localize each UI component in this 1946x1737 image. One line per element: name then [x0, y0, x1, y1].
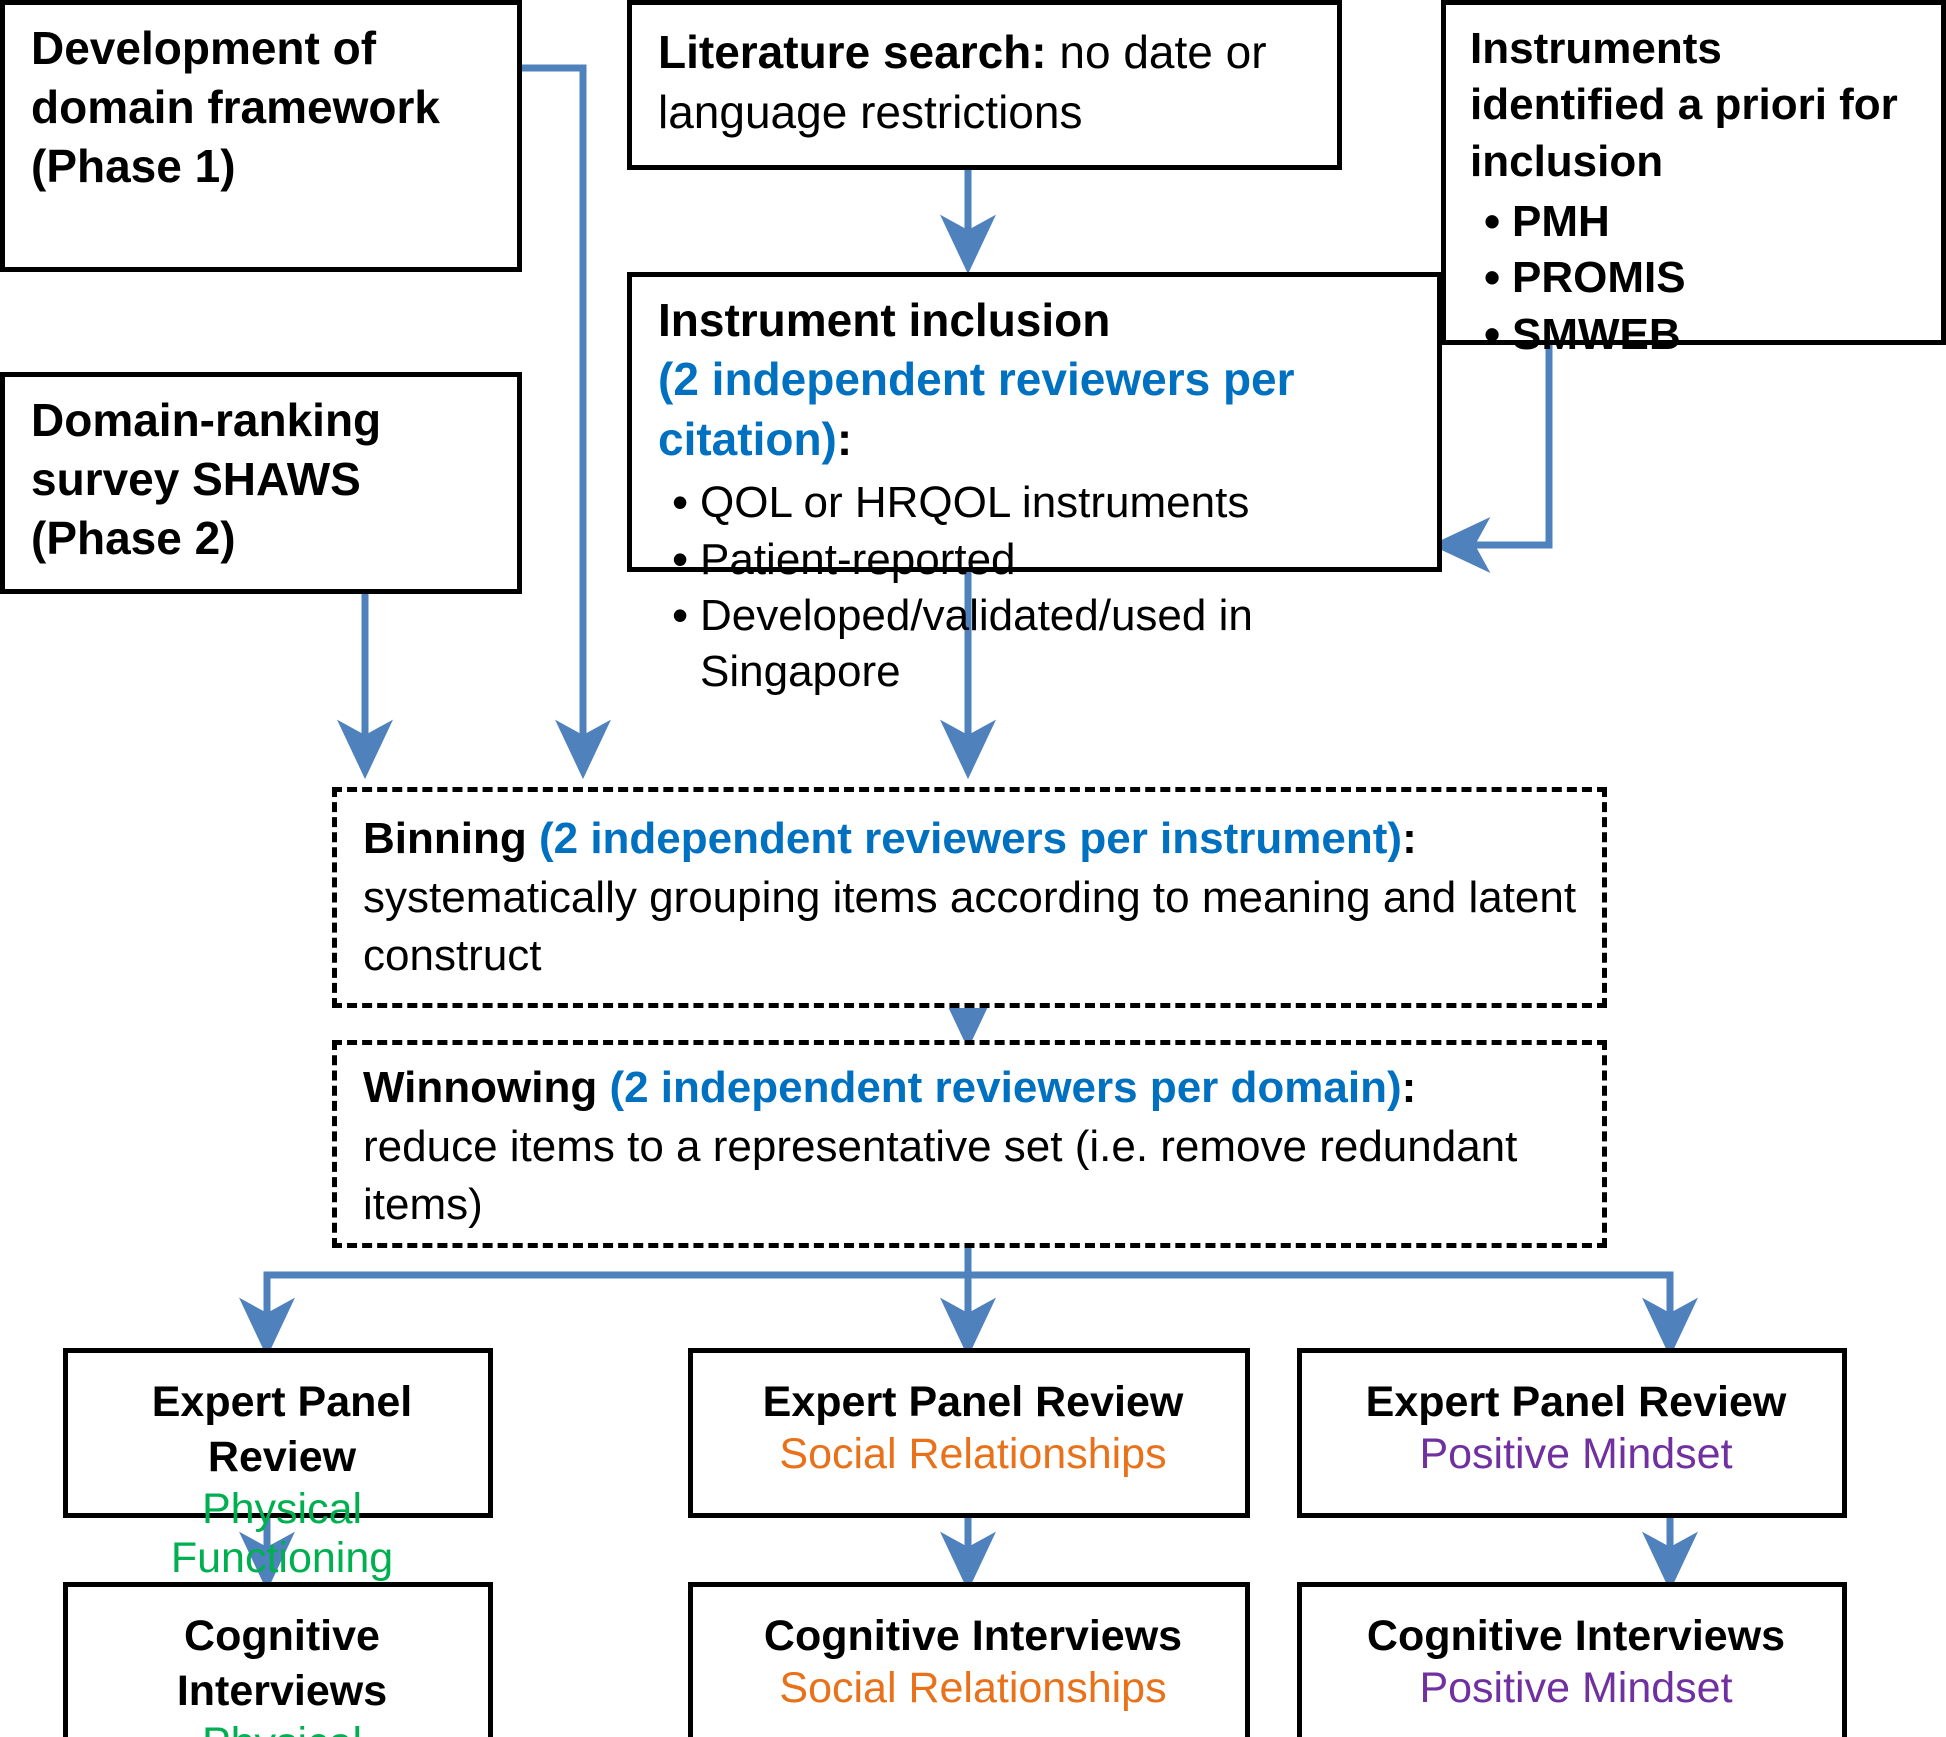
binning-heading-line: Binning (2 independent reviewers per ins… [363, 810, 1580, 869]
winnowing-body: reduce items to a representative set (i.… [363, 1121, 1518, 1230]
instrument-inclusion-colon: : [836, 412, 853, 465]
wire-winnowing-to-panel-left [239, 1244, 972, 1358]
literature-search-bold: Literature search: [658, 26, 1047, 78]
instrument-inclusion-bullet-list: QOL or HRQOL instruments Patient-reporte… [658, 473, 1419, 701]
box-domain-ranking-survey: Domain-ranking survey SHAWS (Phase 2) [0, 372, 522, 594]
flowchart-canvas: Development of domain framework (Phase 1… [0, 0, 1946, 1737]
list-item: PMH [1470, 192, 1923, 251]
list-item: PROMIS [1470, 248, 1923, 307]
instruments-line3: inclusion [1470, 136, 1664, 186]
list-item: Patient-reported [658, 530, 1419, 589]
expert-panel-title: Expert Panel Review [762, 1378, 1184, 1426]
binning-colon: : [1402, 814, 1417, 863]
phase2-line1: Domain-ranking [31, 394, 382, 446]
box-binning: Binning (2 independent reviewers per ins… [332, 787, 1607, 1008]
box-expert-panel-positive-mindset: Expert Panel Review Positive Mindset [1297, 1348, 1847, 1518]
cognitive-interviews-title: Cognitive Interviews [1366, 1612, 1786, 1660]
cognitive-interviews-domain: Positive Mindset [1419, 1664, 1733, 1713]
winnowing-heading: Winnowing [363, 1063, 610, 1112]
expert-panel-domain: Physical Functioning [170, 1485, 394, 1583]
winnowing-blue-note: (2 independent reviewers per domain) [609, 1063, 1402, 1112]
instruments-line2: identified a priori for [1470, 80, 1898, 130]
phase1-line2: domain framework [31, 80, 440, 133]
box-cognitive-interviews-physical-functioning: Cognitive Interviews Physical Functionin… [63, 1582, 493, 1737]
phase1-line3: (Phase 1) [31, 139, 236, 192]
box-instrument-inclusion: Instrument inclusion (2 independent revi… [627, 272, 1442, 696]
expert-panel-domain: Social Relationships [779, 1430, 1167, 1479]
instrument-inclusion-blue-note: (2 independent reviewers per citation) [658, 352, 1295, 465]
expert-panel-title: Expert Panel Review [151, 1378, 413, 1482]
box-literature-search: Literature search: no date or language r… [627, 0, 1342, 170]
binning-body: systematically grouping items according … [363, 872, 1577, 981]
cognitive-interviews-domain: Social Relationships [779, 1664, 1167, 1713]
binning-blue-note: (2 independent reviewers per instrument) [538, 814, 1403, 863]
box-expert-panel-physical-functioning: Expert Panel Review Physical Functioning [63, 1348, 493, 1582]
binning-heading: Binning [363, 814, 539, 863]
expert-panel-title: Expert Panel Review [1365, 1378, 1787, 1426]
phase1-line1: Development of [31, 22, 377, 74]
box-instruments-a-priori: Instruments identified a priori for incl… [1441, 0, 1946, 364]
box-cognitive-interviews-positive-mindset: Cognitive Interviews Positive Mindset [1297, 1582, 1847, 1737]
instruments-bullet-list: PMH PROMIS SMWEB [1470, 192, 1923, 364]
winnowing-colon: : [1401, 1063, 1417, 1112]
expert-panel-domain: Positive Mindset [1419, 1430, 1733, 1479]
wire-winnowing-to-panel-right [968, 1271, 1698, 1358]
winnowing-heading-line: Winnowing (2 independent reviewers per d… [363, 1059, 1580, 1118]
box-development-domain-framework: Development of domain framework (Phase 1… [0, 0, 522, 272]
cognitive-interviews-title: Cognitive Interviews [763, 1612, 1183, 1660]
box-cognitive-interviews-social-relationships: Cognitive Interviews Social Relationship… [688, 1582, 1250, 1737]
box-winnowing: Winnowing (2 independent reviewers per d… [332, 1040, 1607, 1248]
instruments-line1: Instruments [1470, 24, 1722, 73]
phase2-line3: (Phase 2) [31, 511, 236, 564]
wire-instruments-to-inclusion [1430, 345, 1553, 573]
box-expert-panel-social-relationships: Expert Panel Review Social Relationships [688, 1348, 1250, 1518]
list-item: SMWEB [1470, 305, 1923, 364]
cognitive-interviews-domain: Physical Functioning [94, 1719, 470, 1737]
literature-search-text: Literature search: no date or language r… [658, 23, 1319, 143]
phase2-line2: survey SHAWS [31, 452, 361, 505]
list-item: QOL or HRQOL instruments [658, 473, 1419, 532]
cognitive-interviews-title: Cognitive Interviews [176, 1612, 388, 1716]
list-item: Developed/validated/used in Singapore [658, 586, 1419, 701]
instrument-inclusion-heading: Instrument inclusion [658, 294, 1111, 346]
instrument-inclusion-note: (2 independent reviewers per citation): [658, 350, 1419, 470]
